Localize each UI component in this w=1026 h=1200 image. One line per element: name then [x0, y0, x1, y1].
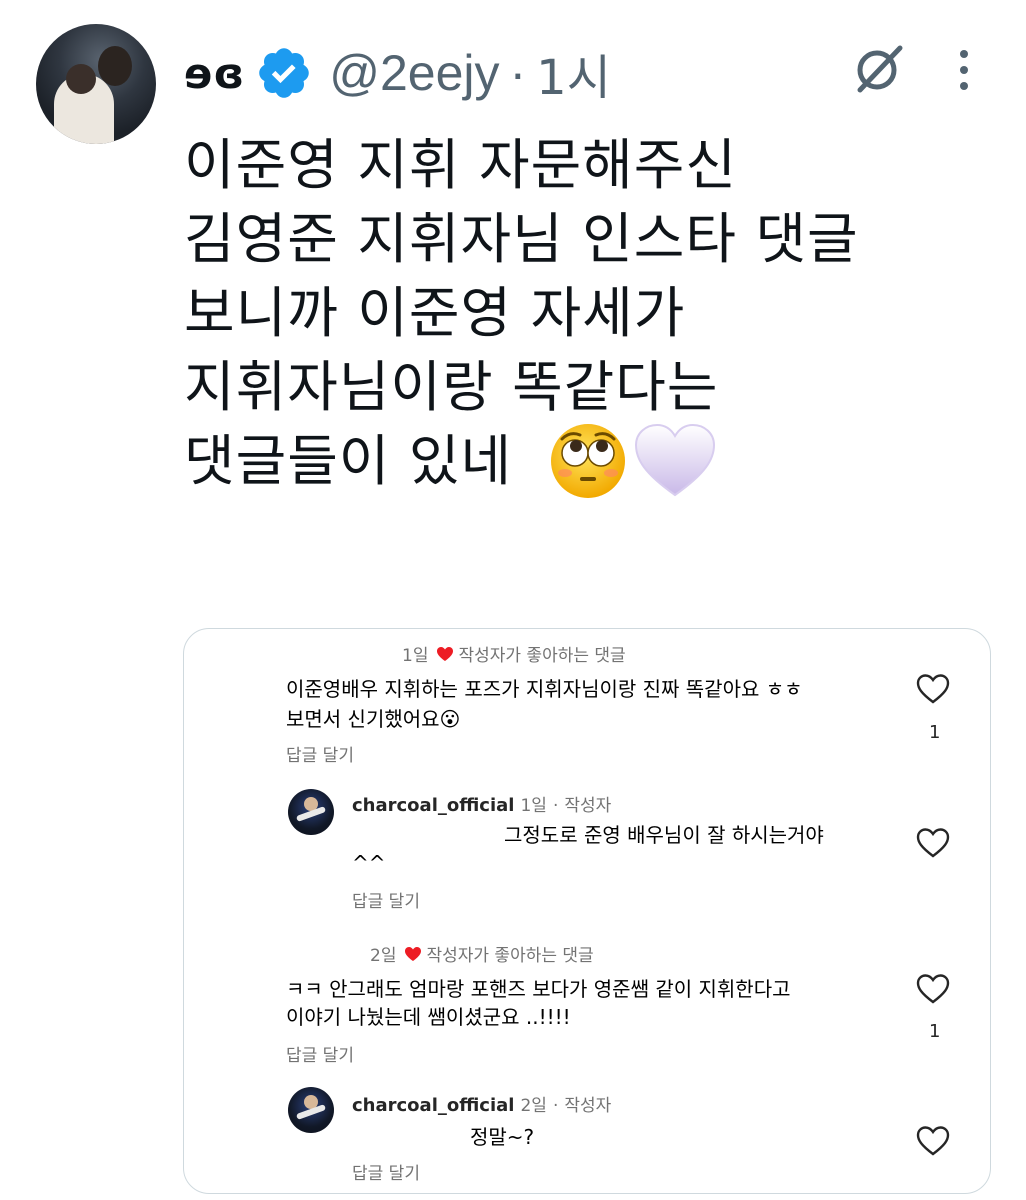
comment-line: 보면서 신기했어요😮 [286, 707, 461, 731]
liked-by-author-label: 작성자가 좋아하는 댓글 [458, 646, 626, 666]
heart-outline-icon[interactable] [916, 827, 950, 859]
tweet-line: 이준영 지휘 자문해주신 [184, 133, 737, 197]
liked-by-author-row: 2일 작성자가 좋아하는 댓글 [370, 941, 594, 966]
author-row: charcoal_official 2일 · 작성자 [352, 1091, 611, 1116]
comment-line: 그정도로 준영 배우님이 잘 하시는거야 [504, 823, 824, 847]
avatar-figure [98, 46, 132, 86]
author-role: 작성자 [564, 796, 612, 816]
display-name[interactable]: ɘɞ [184, 49, 245, 98]
author-row: charcoal_official 1일 · 작성자 [352, 791, 611, 816]
flushed-face-emoji-icon [551, 424, 626, 498]
like-count: 1 [929, 722, 941, 743]
comment-date: 2일 [370, 946, 397, 966]
separator-dot: · [509, 45, 527, 101]
tweet-line: 댓글들이 있네 [184, 429, 513, 493]
comment-line: ^^ [352, 851, 386, 875]
separator-dot: · [552, 1096, 559, 1116]
red-heart-icon [437, 646, 454, 661]
liked-by-author-label: 작성자가 좋아하는 댓글 [426, 946, 594, 966]
comment-line: 이야기 나눴는데 쌤이셨군요 ..!!!! [286, 1005, 571, 1029]
white-heart-emoji-icon [635, 423, 716, 497]
reply-button[interactable]: 답글 달기 [352, 887, 420, 912]
heart-outline-icon[interactable] [916, 973, 950, 1005]
author-name[interactable]: charcoal_official [352, 795, 514, 816]
user-handle[interactable]: @2eejy [329, 44, 499, 102]
profile-avatar[interactable] [36, 24, 156, 144]
tweet-line: 지휘자님이랑 똑같다는 [184, 355, 719, 419]
grok-icon[interactable] [852, 42, 906, 96]
liked-by-author-row: 1일 작성자가 좋아하는 댓글 [402, 641, 626, 666]
author-avatar[interactable] [288, 1087, 334, 1133]
tweet-line: 보니까 이준영 자세가 [184, 281, 686, 345]
author-name[interactable]: charcoal_official [352, 1095, 514, 1116]
comment-date: 1일 [402, 646, 429, 666]
post-time[interactable]: 1시 [536, 38, 611, 108]
avatar-figure [66, 64, 96, 94]
embedded-comments-image[interactable]: 1일 작성자가 좋아하는 댓글 이준영배우 지휘하는 포즈가 지휘자님이랑 진짜… [183, 628, 991, 1194]
comment-date: 2일 [520, 1096, 547, 1116]
more-vertical-icon[interactable] [952, 46, 976, 94]
comment-date: 1일 [520, 796, 547, 816]
like-count: 1 [929, 1021, 941, 1042]
tweet-header: ɘɞ @2eejy · 1시 [184, 38, 611, 108]
author-avatar[interactable] [288, 789, 334, 835]
red-heart-icon [405, 946, 422, 961]
comment-line: 이준영배우 지휘하는 포즈가 지휘자님이랑 진짜 똑같아요 ㅎㅎ [286, 677, 803, 701]
author-role: 작성자 [564, 1096, 612, 1116]
separator-dot: · [552, 796, 559, 816]
heart-outline-icon[interactable] [916, 673, 950, 705]
verified-badge-icon [259, 48, 309, 98]
heart-outline-icon[interactable] [916, 1125, 950, 1157]
reply-button[interactable]: 답글 달기 [286, 741, 354, 766]
tweet-line: 김영준 지휘자님 인스타 댓글 [184, 207, 859, 271]
tweet-text: 이준영 지휘 자문해주신 김영준 지휘자님 인스타 댓글 보니까 이준영 자세가… [184, 128, 1004, 498]
tweet-line-with-emoji: 댓글들이 있네 [184, 423, 1004, 498]
comment-line: 정말~? [470, 1125, 535, 1149]
reply-button[interactable]: 답글 달기 [286, 1041, 354, 1066]
reply-button[interactable]: 답글 달기 [352, 1159, 420, 1184]
